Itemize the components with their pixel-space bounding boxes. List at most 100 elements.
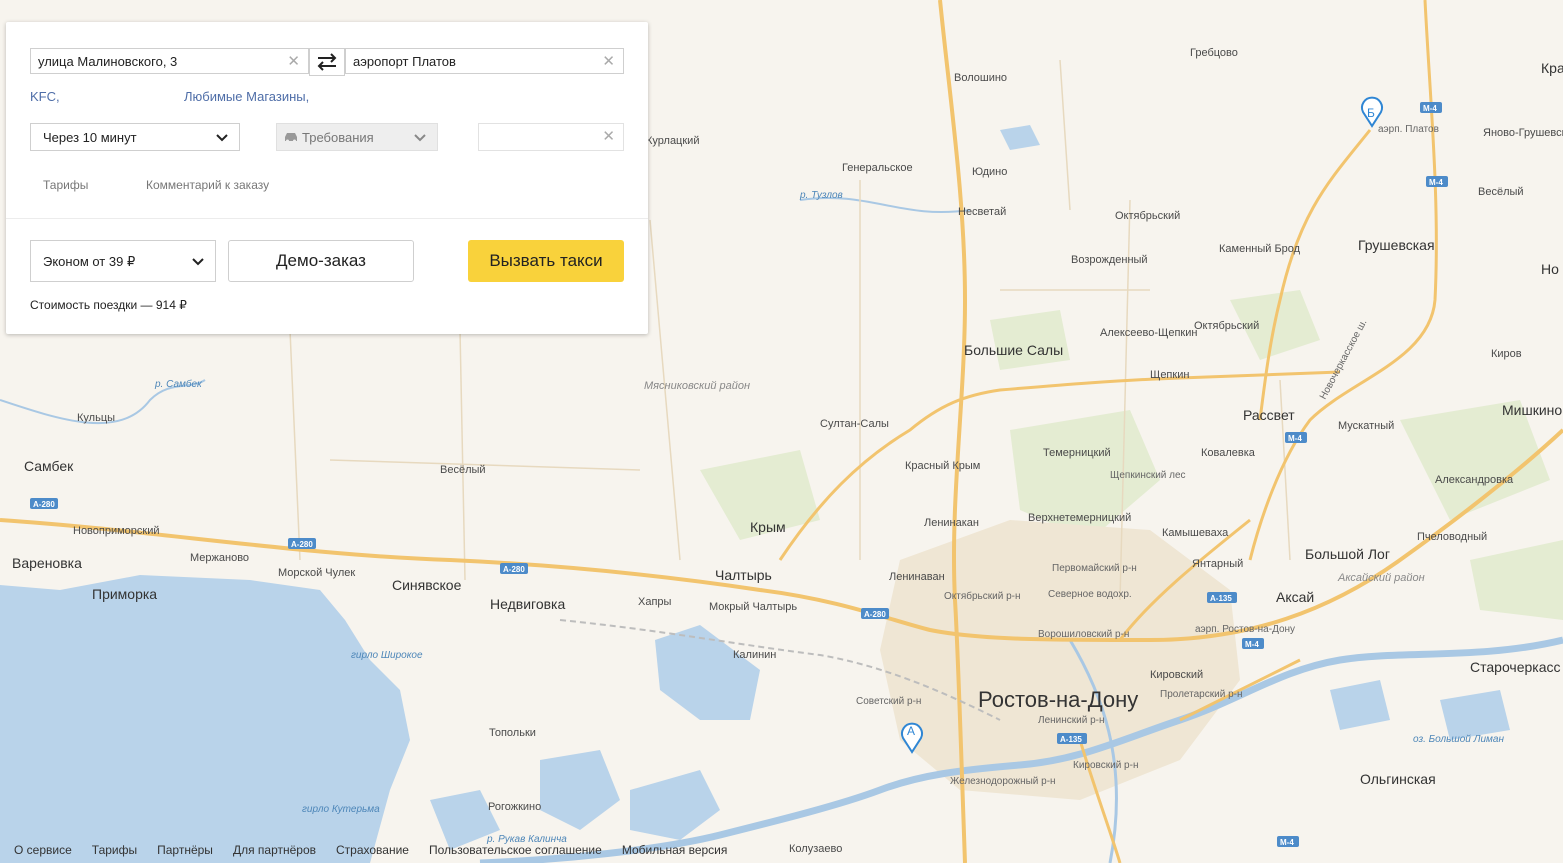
svg-text:Вареновка: Вареновка xyxy=(12,555,82,571)
tariff-value: Эконом от 39 ₽ xyxy=(43,254,136,269)
svg-text:Каменный Брод: Каменный Брод xyxy=(1219,243,1301,255)
svg-text:Ворошиловский р-н: Ворошиловский р-н xyxy=(1038,629,1129,640)
svg-text:Пролетарский р-н: Пролетарский р-н xyxy=(1160,689,1243,700)
svg-text:Щепкин: Щепкин xyxy=(1150,369,1189,381)
svg-text:Янтарный: Янтарный xyxy=(1192,558,1243,570)
svg-text:M-4: M-4 xyxy=(1280,838,1294,847)
svg-text:Недвиговка: Недвиговка xyxy=(490,596,565,612)
svg-text:Красный Крым: Красный Крым xyxy=(905,460,980,472)
road-badge-m4: M-4 xyxy=(1285,432,1307,443)
svg-text:Ленинакан: Ленинакан xyxy=(924,517,979,529)
footer-link-about[interactable]: О сервисе xyxy=(14,843,72,857)
svg-text:аэрп. Ростов-на-Дону: аэрп. Ростов-на-Дону xyxy=(1195,624,1295,635)
svg-text:Щепкинский лес: Щепкинский лес xyxy=(1110,470,1186,481)
suggestion-kfc[interactable]: KFC, xyxy=(30,89,60,104)
footer-link-tariffs[interactable]: Тарифы xyxy=(92,843,137,857)
svg-text:Генеральское: Генеральское xyxy=(842,162,913,174)
to-field[interactable]: аэропорт Платов ✕ xyxy=(345,48,624,74)
svg-text:Аксай: Аксай xyxy=(1276,589,1314,605)
svg-text:Мокрый Чалтырь: Мокрый Чалтырь xyxy=(709,601,797,613)
svg-text:Пчеловодный: Пчеловодный xyxy=(1417,531,1487,543)
svg-text:гирло Кутерьма: гирло Кутерьма xyxy=(302,804,380,815)
requirements-select[interactable]: Требования xyxy=(276,123,438,151)
svg-text:Калинин: Калинин xyxy=(733,649,776,661)
demo-order-button[interactable]: Демо-заказ xyxy=(228,240,414,282)
svg-text:Мясниковский район: Мясниковский район xyxy=(644,380,750,392)
footer-links: О сервисе Тарифы Партнёры Для партнёров … xyxy=(14,843,747,857)
svg-text:Северное водохр.: Северное водохр. xyxy=(1048,589,1132,600)
trip-price: Стоимость поездки — 914 ₽ xyxy=(30,298,187,312)
panel-divider xyxy=(6,218,648,219)
svg-text:Ленинаван: Ленинаван xyxy=(889,571,945,583)
footer-link-partners[interactable]: Партнёры xyxy=(157,843,213,857)
tariff-select[interactable]: Эконом от 39 ₽ xyxy=(30,240,216,282)
svg-text:M-4: M-4 xyxy=(1288,434,1302,443)
clear-extra-icon[interactable]: ✕ xyxy=(602,127,615,145)
from-value: улица Малиновского, 3 xyxy=(38,54,178,69)
svg-text:Старочеркасс: Старочеркасс xyxy=(1470,659,1561,675)
svg-text:Самбек: Самбек xyxy=(24,458,74,474)
svg-text:Ленинский р-н: Ленинский р-н xyxy=(1038,715,1105,726)
svg-text:аэрп. Платов: аэрп. Платов xyxy=(1378,124,1439,135)
clear-from-icon[interactable]: ✕ xyxy=(287,52,300,70)
svg-text:A-280: A-280 xyxy=(864,610,886,619)
svg-text:р. Тузлов: р. Тузлов xyxy=(799,190,843,201)
suggestion-favorite-stores[interactable]: Любимые Магазины, xyxy=(184,89,309,104)
svg-text:Нo: Нo xyxy=(1541,261,1559,277)
svg-text:Рассвет: Рассвет xyxy=(1243,407,1295,423)
svg-text:Мускатный: Мускатный xyxy=(1338,420,1394,432)
svg-text:Ковалевка: Ковалевка xyxy=(1201,447,1256,459)
road-badge-a280: A-280 xyxy=(288,538,316,549)
svg-text:Гребцово: Гребцово xyxy=(1190,47,1238,59)
call-taxi-button[interactable]: Вызвать такси xyxy=(468,240,624,282)
svg-text:Кра: Кра xyxy=(1541,60,1563,76)
svg-text:Юдино: Юдино xyxy=(972,166,1007,178)
svg-text:M-4: M-4 xyxy=(1423,104,1437,113)
svg-text:Кировский р-н: Кировский р-н xyxy=(1073,760,1138,771)
tab-comment[interactable]: Комментарий к заказу xyxy=(146,178,269,192)
chevron-down-icon xyxy=(216,134,228,142)
footer-link-insurance[interactable]: Страхование xyxy=(336,843,409,857)
svg-text:Несветай: Несветай xyxy=(958,206,1006,218)
svg-text:Киров: Киров xyxy=(1491,348,1522,360)
svg-text:Кульцы: Кульцы xyxy=(77,412,115,424)
svg-text:Ростов-на-Дону: Ростов-на-Дону xyxy=(978,687,1138,712)
svg-text:Яново-Грушевский: Яново-Грушевский xyxy=(1483,127,1563,139)
svg-text:Весёлый: Весёлый xyxy=(1478,186,1524,198)
svg-text:Топольки: Топольки xyxy=(489,727,536,739)
svg-text:Темерницкий: Темерницкий xyxy=(1043,447,1111,459)
clear-to-icon[interactable]: ✕ xyxy=(602,52,615,70)
svg-text:Мержаново: Мержаново xyxy=(190,552,249,564)
from-field[interactable]: улица Малиновского, 3 ✕ xyxy=(30,48,309,74)
footer-link-for-partners[interactable]: Для партнёров xyxy=(233,843,316,857)
svg-text:Хапры: Хапры xyxy=(638,596,672,608)
svg-text:Курлацкий: Курлацкий xyxy=(646,135,699,147)
svg-text:Синявское: Синявское xyxy=(392,577,462,593)
svg-text:гирло Широкое: гирло Широкое xyxy=(351,650,423,661)
marker-b-label: Б xyxy=(1367,106,1375,120)
svg-text:Первомайский р-н: Первомайский р-н xyxy=(1052,563,1137,574)
footer-link-mobile[interactable]: Мобильная версия xyxy=(622,843,728,857)
road-badge-a135: A-135 xyxy=(1057,733,1087,744)
svg-text:Ольгинская: Ольгинская xyxy=(1360,771,1436,787)
svg-text:Весёлый: Весёлый xyxy=(440,464,486,476)
svg-text:Морской Чулек: Морской Чулек xyxy=(278,567,355,579)
svg-text:оз. Большой Лиман: оз. Большой Лиман xyxy=(1413,734,1504,745)
road-badge-a135: A-135 xyxy=(1207,592,1237,603)
svg-text:Колузаево: Колузаево xyxy=(789,843,842,855)
svg-text:Большие Салы: Большие Салы xyxy=(964,342,1063,358)
swap-route-button[interactable] xyxy=(309,48,345,76)
svg-text:Мишкино: Мишкино xyxy=(1502,402,1562,418)
swap-icon xyxy=(317,53,337,71)
road-badge-m4: M-4 xyxy=(1277,836,1299,847)
extra-field[interactable]: ✕ xyxy=(478,123,624,151)
svg-text:M-4: M-4 xyxy=(1245,640,1259,649)
road-badge-a280: A-280 xyxy=(30,498,58,509)
time-select[interactable]: Через 10 минут xyxy=(30,123,240,151)
svg-text:Большой Лог: Большой Лог xyxy=(1305,546,1390,562)
tab-tariffs[interactable]: Тарифы xyxy=(43,178,88,192)
svg-text:Чалтырь: Чалтырь xyxy=(715,567,772,583)
svg-text:Советский р-н: Советский р-н xyxy=(856,696,921,707)
footer-link-user-agreement[interactable]: Пользовательское соглашение xyxy=(429,843,602,857)
svg-text:Грушевская: Грушевская xyxy=(1358,237,1435,253)
